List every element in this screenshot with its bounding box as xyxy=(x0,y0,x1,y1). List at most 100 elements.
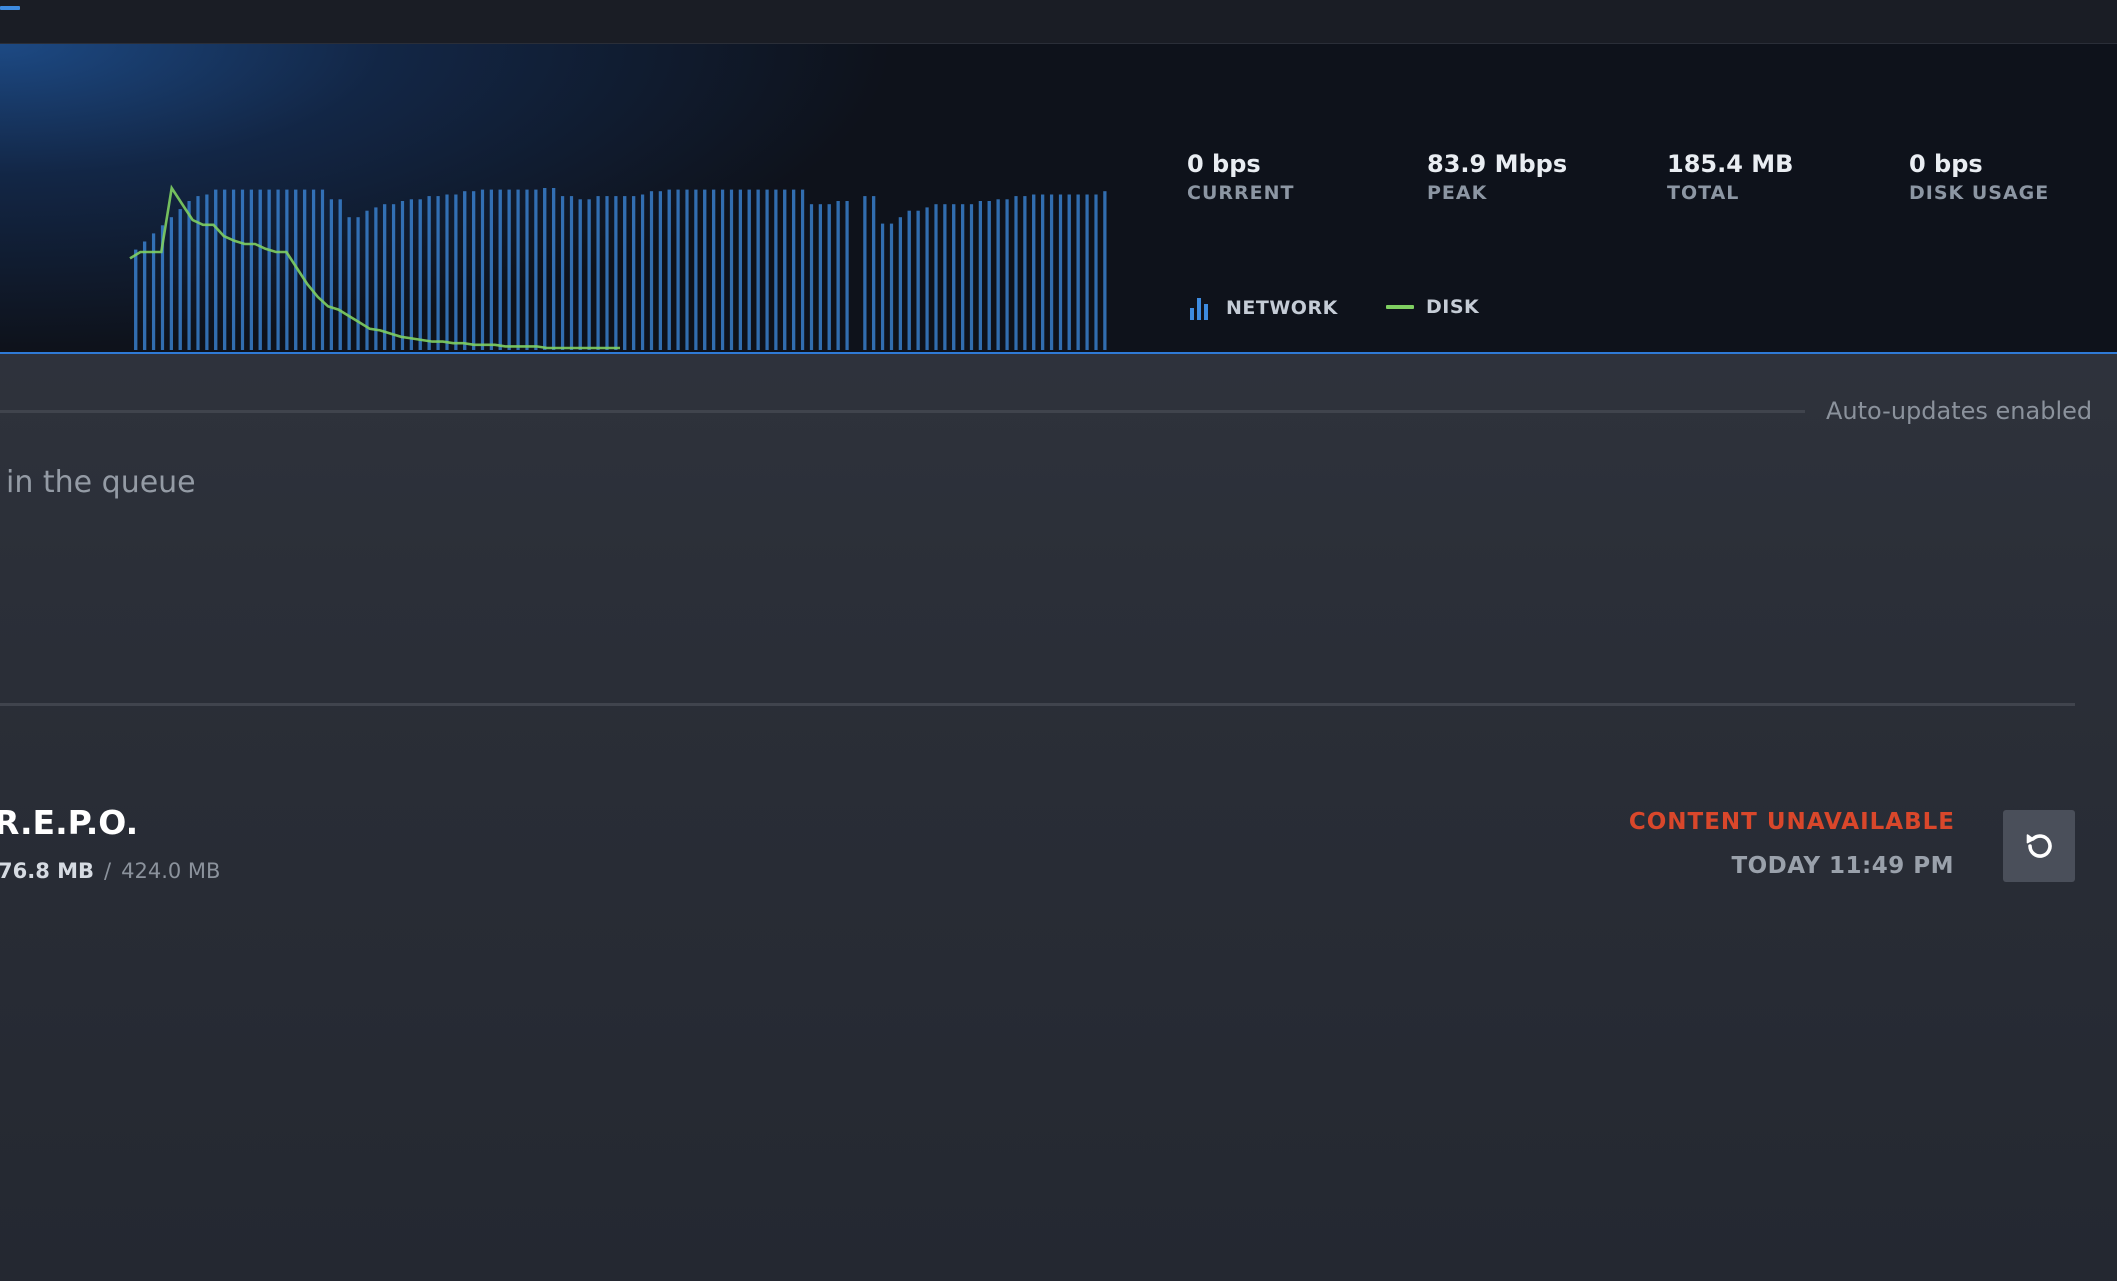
network-bar xyxy=(258,189,262,350)
network-bar xyxy=(836,201,840,350)
network-bar xyxy=(871,196,876,350)
stat-total-label: TOTAL xyxy=(1667,182,1740,204)
network-bar xyxy=(463,191,467,350)
download-item-name[interactable]: R.E.P.O. xyxy=(0,802,138,844)
network-bar xyxy=(818,204,822,350)
network-bar xyxy=(134,249,138,350)
network-bar xyxy=(196,196,200,350)
network-bar xyxy=(960,204,965,350)
stat-peak: 83.9 Mbps PEAK xyxy=(1427,148,1567,206)
network-bar xyxy=(320,189,325,350)
network-bar xyxy=(729,189,734,350)
downloads-page: 0 bps CURRENT 83.9 Mbps PEAK 185.4 MB TO… xyxy=(0,0,2117,1281)
legend-network-label: NETWORK xyxy=(1226,297,1338,319)
stat-peak-value: 83.9 Mbps xyxy=(1427,150,1568,178)
stat-disk-usage-label: DISK USAGE xyxy=(1909,182,2050,204)
network-bar xyxy=(845,201,849,350)
network-bar xyxy=(445,194,449,350)
network-bar xyxy=(205,194,209,350)
network-bar xyxy=(1005,199,1009,350)
network-bar xyxy=(925,207,929,350)
stat-total: 185.4 MB TOTAL xyxy=(1667,148,1793,206)
section-divider-mid xyxy=(0,703,2075,706)
total-size: 424.0 MB xyxy=(121,859,221,883)
legend-disk[interactable]: DISK xyxy=(1386,296,1479,318)
download-time: TODAY 11:49 PM xyxy=(1731,853,1954,879)
stat-peak-label: PEAK xyxy=(1427,182,1488,204)
network-bar xyxy=(454,194,458,350)
download-status: CONTENT UNAVAILABLE xyxy=(1628,809,1955,835)
network-bar xyxy=(978,201,982,350)
network-bar xyxy=(551,188,556,350)
network-bar xyxy=(987,201,991,350)
network-bar xyxy=(1094,194,1098,350)
network-bar xyxy=(436,196,440,350)
network-bar xyxy=(614,196,618,350)
network-bar xyxy=(498,189,502,350)
throughput-chart xyxy=(129,184,1107,350)
network-bar xyxy=(231,189,236,350)
network-bar xyxy=(694,189,698,350)
network-bar xyxy=(569,196,574,350)
network-bar xyxy=(427,196,431,350)
network-bar xyxy=(525,189,529,350)
network-bar xyxy=(756,189,760,350)
network-bar xyxy=(214,189,218,350)
graph-stats: 0 bps CURRENT 83.9 Mbps PEAK 185.4 MB TO… xyxy=(1187,148,2087,218)
network-bar xyxy=(703,189,707,350)
network-bar xyxy=(952,204,956,350)
network-bar xyxy=(596,196,600,350)
network-bar xyxy=(507,189,511,350)
network-bar xyxy=(1040,194,1045,350)
downloaded-size: 76.8 MB xyxy=(0,859,95,883)
queue-empty-text: in the queue xyxy=(6,465,196,500)
network-bar xyxy=(605,196,609,350)
network-bar xyxy=(480,189,485,350)
network-bar xyxy=(338,199,342,350)
stat-disk-usage: 0 bps DISK USAGE xyxy=(1909,148,2049,206)
network-bar xyxy=(1058,194,1063,350)
network-bar xyxy=(649,191,654,350)
stat-current: 0 bps CURRENT xyxy=(1187,148,1294,206)
network-bar xyxy=(1023,196,1027,350)
network-bar xyxy=(418,199,422,350)
line-icon xyxy=(1386,305,1414,309)
network-bar xyxy=(765,189,769,350)
network-bar xyxy=(916,210,920,350)
network-bar xyxy=(685,189,689,350)
active-tab-indicator xyxy=(0,6,20,10)
network-bar xyxy=(560,196,565,350)
network-bar xyxy=(863,196,867,350)
network-bar xyxy=(356,217,360,350)
network-bar xyxy=(222,189,227,350)
network-bar xyxy=(249,189,253,350)
retry-button[interactable] xyxy=(2003,810,2075,882)
network-bar xyxy=(240,189,245,350)
network-bar xyxy=(747,189,751,350)
auto-updates-status[interactable]: Auto-updates enabled xyxy=(1826,395,2092,427)
network-bar xyxy=(880,223,885,350)
network-bar xyxy=(934,204,938,350)
network-bar xyxy=(178,209,182,350)
network-bar xyxy=(1103,191,1107,350)
network-bar xyxy=(587,199,591,350)
network-bar xyxy=(489,189,493,350)
network-bar xyxy=(534,189,538,350)
network-bar xyxy=(409,199,413,350)
network-bar xyxy=(302,189,307,350)
network-bar xyxy=(791,189,796,350)
legend-network[interactable]: NETWORK xyxy=(1190,296,1338,320)
network-bar xyxy=(169,217,173,350)
network-bar xyxy=(1014,196,1018,350)
network-bar xyxy=(711,189,716,350)
network-bar xyxy=(907,210,911,350)
stat-current-value: 0 bps xyxy=(1187,150,1261,178)
network-bar xyxy=(774,189,778,350)
network-bar xyxy=(1076,194,1080,350)
network-bar xyxy=(800,189,805,350)
network-bar xyxy=(329,199,333,350)
network-bar xyxy=(276,189,280,350)
network-bar xyxy=(187,201,191,350)
network-bar xyxy=(676,189,680,350)
network-bar xyxy=(996,199,1000,350)
